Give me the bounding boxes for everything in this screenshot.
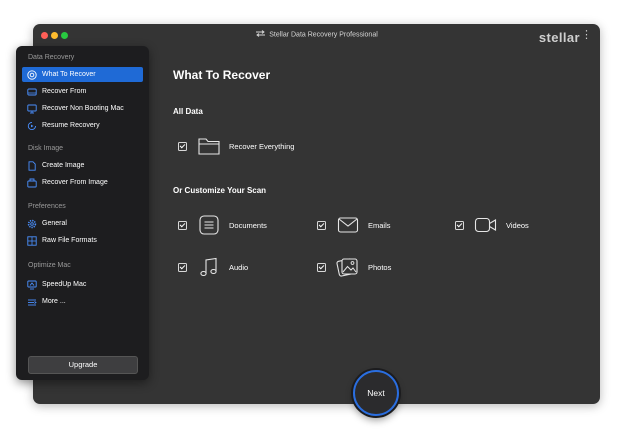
drive-icon [27, 87, 37, 97]
sidebar-item-label: SpeedUp Mac [42, 281, 87, 288]
sidebar-item-recover-non-booting-mac[interactable]: Recover Non Booting Mac [22, 101, 143, 116]
window-title: Stellar Data Recovery Professional [269, 31, 378, 39]
sidebar-item-recover-from-image[interactable]: Recover From Image [22, 175, 143, 190]
swap-icon [255, 30, 266, 39]
recover-everything-checkbox[interactable] [178, 141, 187, 151]
sidebar-item-label: What To Recover [42, 71, 96, 78]
sidebar-item-raw-file-formats[interactable]: Raw File Formats [22, 233, 143, 248]
sidebar-item-label: More ... [42, 298, 66, 305]
sidebar-item-general[interactable]: General [22, 216, 143, 231]
option-label: Videos [506, 220, 529, 230]
mail-icon [336, 213, 360, 237]
option-label: Audio [229, 262, 249, 272]
documents-checkbox[interactable] [178, 220, 187, 230]
target-icon [27, 69, 37, 80]
sidebar-item-label: Resume Recovery [42, 122, 100, 129]
brand-logo: stellar [538, 30, 580, 45]
sidebar-item-label: Recover From [42, 88, 87, 95]
sidebar-item-label: Recover Non Booting Mac [42, 105, 124, 112]
option-photos[interactable]: Photos [317, 255, 391, 279]
image-drive-icon [27, 178, 37, 188]
option-label: Recover Everything [229, 141, 295, 151]
sidebar: Data Recovery What To Recover Recover Fr… [16, 46, 149, 380]
videos-checkbox[interactable] [455, 220, 464, 230]
photos-icon [336, 255, 360, 279]
sidebar-item-label: Raw File Formats [42, 237, 97, 244]
upgrade-button[interactable]: Upgrade [28, 356, 138, 374]
sidebar-section-disk-image: Disk Image [28, 145, 64, 152]
sidebar-item-create-image[interactable]: Create Image [22, 158, 143, 173]
option-audio[interactable]: Audio [178, 255, 248, 279]
file-icon [27, 160, 37, 171]
more-menu-icon[interactable]: ⋮ [581, 30, 592, 41]
sidebar-section-preferences: Preferences [28, 203, 66, 210]
sidebar-item-speedup-mac[interactable]: SpeedUp Mac [22, 277, 143, 292]
sidebar-item-what-to-recover[interactable]: What To Recover [22, 67, 143, 82]
speedup-icon [27, 280, 37, 290]
grid-icon [27, 235, 37, 246]
music-icon [197, 255, 221, 279]
option-emails[interactable]: Emails [317, 213, 391, 237]
section-heading-all-data: All Data [173, 107, 203, 116]
sidebar-item-label: Recover From Image [42, 179, 108, 186]
title-bar: Stellar Data Recovery Professional stell… [33, 24, 600, 46]
sidebar-item-label: Create Image [42, 162, 85, 169]
sidebar-item-resume-recovery[interactable]: Resume Recovery [22, 118, 143, 133]
sidebar-item-recover-from[interactable]: Recover From [22, 84, 143, 99]
video-icon [474, 213, 498, 237]
sidebar-item-more[interactable]: More ... [22, 294, 143, 309]
more-icon [27, 297, 37, 307]
section-heading-customize: Or Customize Your Scan [173, 186, 267, 195]
document-icon [197, 213, 221, 237]
option-recover-everything[interactable]: Recover Everything [178, 134, 294, 158]
audio-checkbox[interactable] [178, 262, 187, 272]
monitor-icon [27, 104, 37, 114]
next-button[interactable]: Next [353, 370, 399, 416]
sidebar-section-data-recovery: Data Recovery [28, 54, 75, 61]
option-label: Documents [229, 220, 267, 230]
emails-checkbox[interactable] [317, 220, 326, 230]
sidebar-section-optimize-mac: Optimize Mac [28, 262, 71, 269]
folder-icon [197, 134, 221, 158]
window-title-wrap: Stellar Data Recovery Professional [33, 30, 600, 39]
photos-checkbox[interactable] [317, 262, 326, 272]
option-label: Emails [368, 220, 391, 230]
gear-icon [27, 219, 37, 229]
resume-icon [27, 121, 37, 131]
option-label: Photos [368, 262, 392, 272]
page-title: What To Recover [173, 68, 271, 82]
sidebar-item-label: General [42, 220, 67, 227]
option-documents[interactable]: Documents [178, 213, 267, 237]
option-videos[interactable]: Videos [455, 213, 529, 237]
